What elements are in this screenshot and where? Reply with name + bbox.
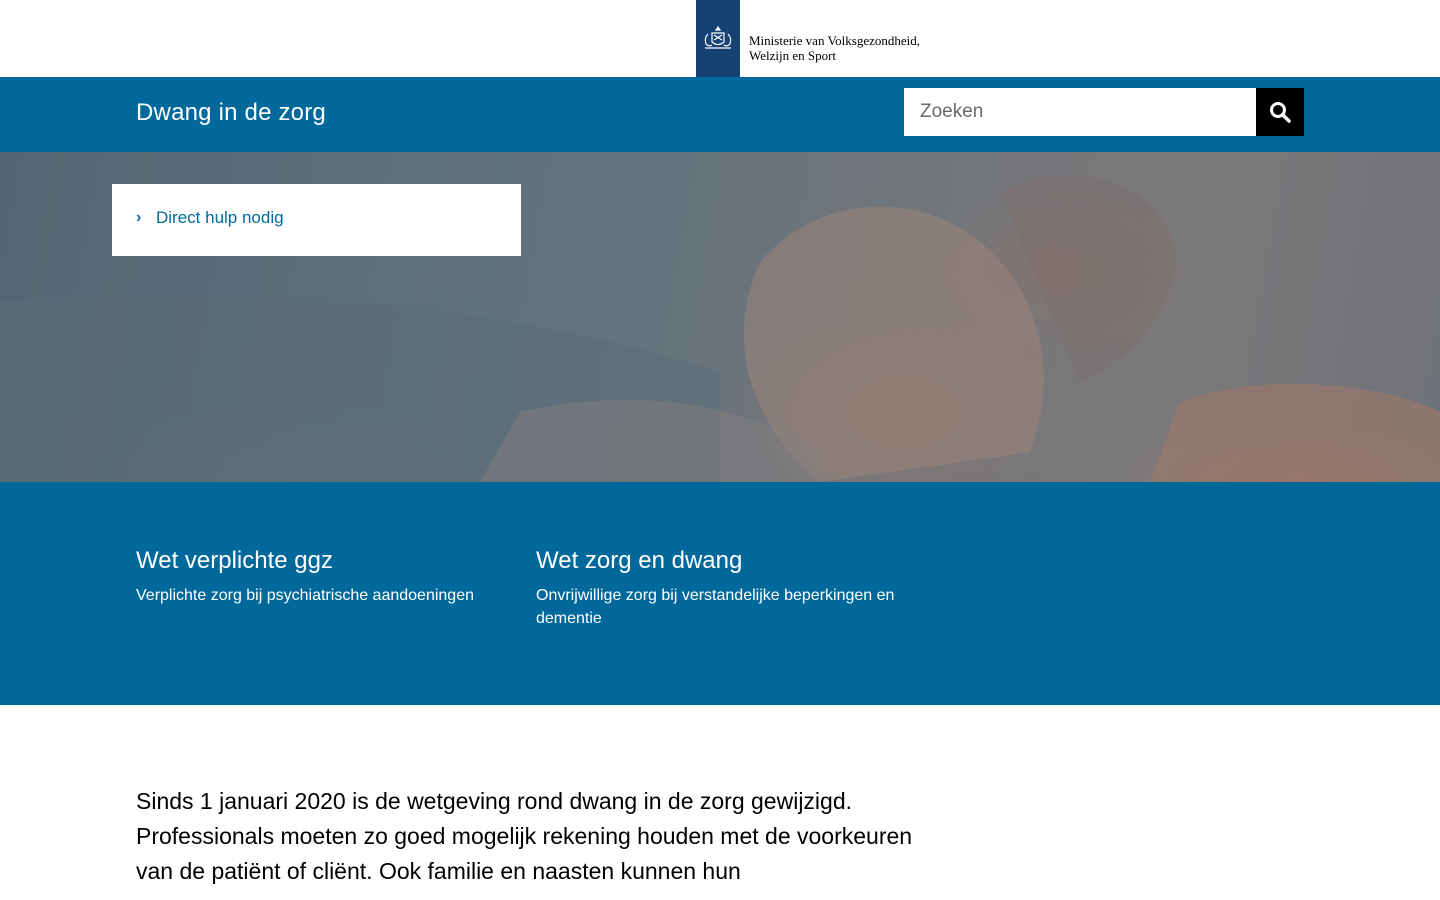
direct-help-label: Direct hulp nodig (156, 208, 284, 227)
search-input[interactable] (904, 88, 1256, 136)
topic-wet-zorg-en-dwang[interactable]: Wet zorg en dwang Onvrijwillige zorg bij… (536, 546, 906, 630)
topic-description: Onvrijwillige zorg bij verstandelijke be… (536, 587, 895, 627)
ministry-logo-link[interactable] (696, 0, 740, 77)
topic-title: Wet zorg en dwang (536, 547, 743, 574)
hero-image: › Direct hulp nodig (0, 152, 1440, 482)
site-header: Dwang in de zorg (0, 77, 1440, 152)
direct-help-link[interactable]: › Direct hulp nodig (136, 208, 284, 228)
site-title-link[interactable]: Dwang in de zorg (136, 99, 326, 127)
ministry-name-line-1: Ministerie van Volksgezondheid, (749, 33, 921, 48)
search-button[interactable] (1256, 88, 1304, 136)
topic-description: Verplichte zorg bij psychiatrische aando… (136, 587, 474, 604)
logo-bar: Ministerie van Volksgezondheid, Welzijn … (0, 0, 1440, 77)
topic-title: Wet verplichte ggz (136, 547, 333, 574)
quick-links-box: › Direct hulp nodig (112, 184, 521, 256)
intro-paragraph: Sinds 1 januari 2020 is de wetgeving ron… (136, 788, 913, 884)
chevron-right-icon: › (136, 209, 142, 226)
topic-wet-verplichte-ggz[interactable]: Wet verplichte ggz Verplichte zorg bij p… (136, 546, 506, 607)
topics-section: Wet verplichte ggz Verplichte zorg bij p… (0, 482, 1440, 705)
search-icon (1270, 102, 1291, 123)
ministry-name-line-2: Welzijn en Sport (749, 48, 837, 63)
rijkswapen-emblem-icon (704, 25, 732, 49)
ministry-name: Ministerie van Volksgezondheid, Welzijn … (749, 33, 920, 63)
